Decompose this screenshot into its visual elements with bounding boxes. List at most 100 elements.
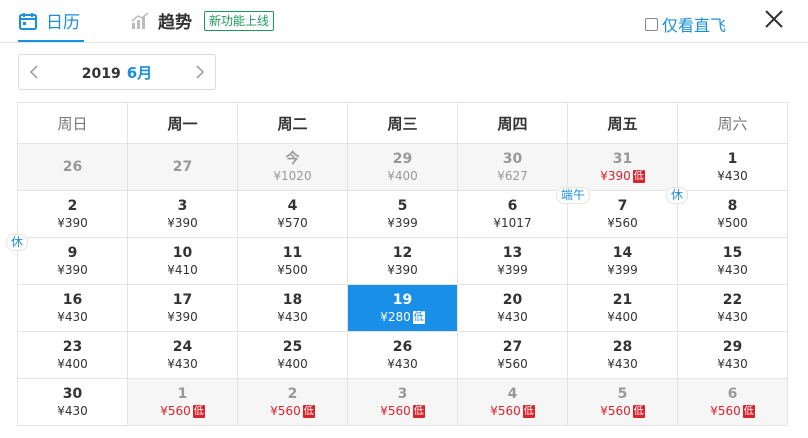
year-label: 2019 [81,65,121,82]
calendar-day[interactable]: 18 ¥430 [238,285,348,332]
calendar-day[interactable]: 12 ¥390 [348,238,458,285]
holiday-tag: 端午 [556,187,591,204]
calendar-day[interactable]: 29 ¥430 [678,332,788,379]
calendar-day[interactable]: 2 ¥560 低 [238,379,348,426]
calendar-day[interactable]: 5 ¥399 [348,191,458,238]
day-price-row: ¥560 低 [600,403,645,419]
day-price: ¥400 [387,169,418,183]
calendar-day[interactable]: 休 9 ¥390 [6,234,128,285]
day-number: 4 [507,386,518,402]
day-price-row: ¥430 [387,356,418,372]
day-number: 7 [617,198,628,214]
day-price-row: ¥560 低 [710,403,755,419]
calendar-day[interactable]: 3 ¥390 [128,191,238,238]
day-price-row: ¥430 [167,356,198,372]
day-price-row: ¥280 低 [380,309,425,325]
day-price: ¥560 [607,216,638,230]
day-price: ¥560 [160,404,191,418]
day-price: ¥430 [57,310,88,324]
calendar-day[interactable]: 30 ¥627 [458,144,568,191]
day-number: 8 [727,198,738,214]
day-number: 23 [62,339,83,355]
calendar-day[interactable]: 22 ¥430 [678,285,788,332]
day-price-row: ¥560 低 [490,403,535,419]
day-price-row: ¥560 低 [270,403,315,419]
calendar-day[interactable]: 26 ¥430 [348,332,458,379]
day-price: ¥430 [497,310,528,324]
direct-only-toggle[interactable]: 仅看直飞 [644,12,726,36]
calendar-day[interactable]: 端午 7 ¥560 [556,187,678,238]
day-price-row: ¥560 低 [380,403,425,419]
calendar-day[interactable]: 今 ¥1020 [238,144,348,191]
calendar-icon [19,12,37,30]
day-number: 20 [502,292,523,308]
day-number: 19 [392,292,413,308]
day-number: 4 [287,198,298,214]
day-price-row: ¥399 [497,262,528,278]
calendar-day[interactable]: 6 ¥1017 [458,191,568,238]
calendar-day-selected[interactable]: 19 ¥280 低 [348,285,458,332]
calendar-day[interactable]: 30 ¥430 [18,379,128,426]
day-price-row: ¥390 低 [600,168,645,184]
day-price: ¥390 [167,310,198,324]
calendar-day[interactable]: 2 ¥390 [18,191,128,238]
calendar-day[interactable]: 28 ¥430 [568,332,678,379]
active-tab-underline [18,40,84,42]
tab-calendar[interactable]: 日历 [18,8,84,42]
prev-month-button[interactable] [19,55,49,89]
day-price: ¥399 [607,263,638,277]
calendar-day[interactable]: 20 ¥430 [458,285,568,332]
calendar-day[interactable]: 27 ¥560 [458,332,568,379]
day-price-row: ¥500 [277,262,308,278]
day-price: ¥399 [387,216,418,230]
calendar-day[interactable]: 27 [128,144,238,191]
day-price: ¥560 [710,404,741,418]
calendar-day[interactable]: 1 ¥560 低 [128,379,238,426]
calendar-day[interactable]: 16 ¥430 [18,285,128,332]
next-month-button[interactable] [185,55,215,89]
day-price-row: ¥430 [607,356,638,372]
weekday-header: 周六 [678,103,788,144]
day-price-row: ¥430 [57,309,88,325]
day-price: ¥430 [717,357,748,371]
day-price-row: ¥430 [497,309,528,325]
direct-only-checkbox[interactable] [644,17,658,31]
day-number: 11 [282,245,303,261]
new-feature-badge: 新功能上线 [204,10,275,31]
calendar-day[interactable]: 4 ¥570 [238,191,348,238]
trend-chart-icon [131,11,149,29]
day-price-row: ¥560 [607,215,638,231]
calendar-day[interactable]: 14 ¥399 [568,238,678,285]
calendar-day[interactable]: 23 ¥400 [18,332,128,379]
day-number: 24 [172,339,193,355]
close-icon[interactable] [762,7,786,31]
day-number: 2 [287,386,298,402]
current-month: 2019 6月 [49,62,185,83]
calendar-day[interactable]: 31 ¥390 低 [568,144,678,191]
calendar-day[interactable]: 4 ¥560 低 [458,379,568,426]
calendar-day[interactable]: 13 ¥399 [458,238,568,285]
calendar-day[interactable]: 26 [18,144,128,191]
day-price-row: ¥570 [277,215,308,231]
calendar-day[interactable]: 3 ¥560 低 [348,379,458,426]
day-price-row: ¥430 [277,309,308,325]
tab-trend[interactable]: 趋势 新功能上线 [130,8,275,33]
calendar-day[interactable]: 15 ¥430 [678,238,788,285]
day-price-row: ¥430 [717,356,748,372]
calendar-day[interactable]: 21 ¥400 [568,285,678,332]
day-number: 21 [612,292,633,308]
tab-trend-label: 趋势 [158,13,192,33]
calendar-day[interactable]: 11 ¥500 [238,238,348,285]
calendar-day[interactable]: 29 ¥400 [348,144,458,191]
calendar-day[interactable]: 24 ¥430 [128,332,238,379]
calendar-day[interactable]: 5 ¥560 低 [568,379,678,426]
calendar-day[interactable]: 休 8 ¥500 [666,187,788,238]
lowest-price-badge: 低 [742,404,755,418]
calendar-day[interactable]: 10 ¥410 [128,238,238,285]
day-price: ¥560 [380,404,411,418]
calendar-day[interactable]: 1 ¥430 [678,144,788,191]
day-price: ¥430 [277,310,308,324]
calendar-day[interactable]: 6 ¥560 低 [678,379,788,426]
calendar-day[interactable]: 17 ¥390 [128,285,238,332]
calendar-day[interactable]: 25 ¥400 [238,332,348,379]
